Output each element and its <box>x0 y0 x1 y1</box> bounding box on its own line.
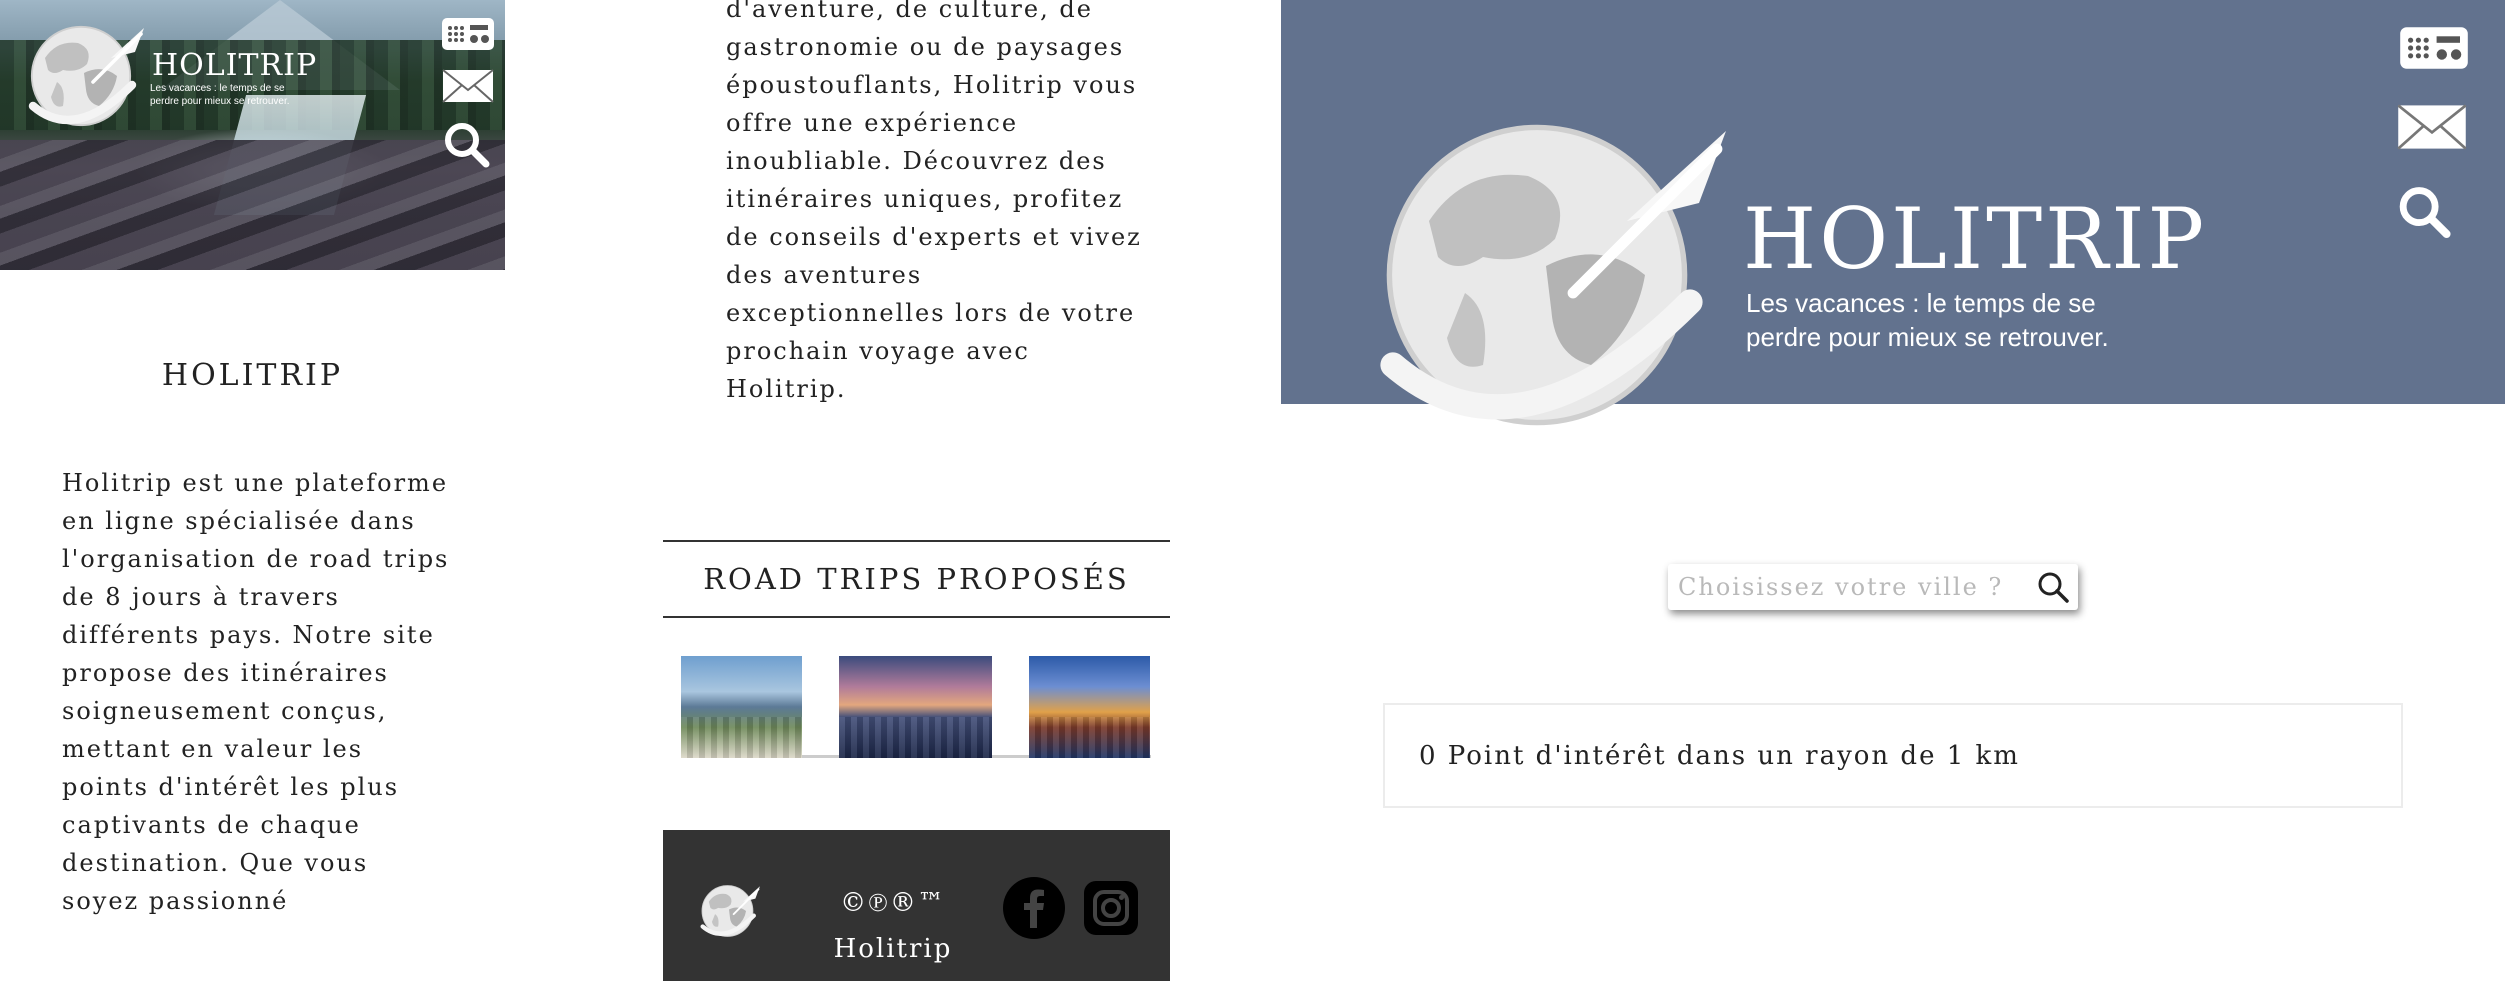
copyright: ©℗®™ Holitrip <box>823 880 963 972</box>
city-search-input[interactable] <box>1668 564 2028 610</box>
globe-logo-icon[interactable] <box>1336 95 1756 455</box>
tagline-line-1: Les vacances : le temps de se <box>150 83 285 94</box>
search-icon[interactable] <box>440 118 496 168</box>
search-icon <box>2038 572 2069 603</box>
tagline-line-2: perdre pour mieux se retrouver. <box>150 96 290 107</box>
poi-result-panel: 0 Point d'intérêt dans un rayon de 1 km <box>1383 703 2403 808</box>
radio-icon[interactable] <box>2394 22 2474 74</box>
facebook-icon[interactable] <box>1002 876 1066 940</box>
city-skyline-thumbnail[interactable] <box>1029 656 1150 758</box>
section-title: HOLITRIP <box>161 358 344 393</box>
instagram-icon[interactable] <box>1083 880 1139 936</box>
brand-name: HOLITRIP <box>152 48 318 83</box>
intro-paragraph: Holitrip est une plateforme en ligne spé… <box>62 469 450 915</box>
brand-name: HOLITRIP <box>1743 190 2208 288</box>
mail-icon[interactable] <box>440 66 496 106</box>
poi-count-text: 0 Point d'intérêt dans un rayon de 1 km <box>1419 740 2020 771</box>
footer-globe-logo-icon[interactable] <box>693 880 765 942</box>
tagline-line-1: Les vacances : le temps de se <box>1746 288 2096 318</box>
brand-tagline: Les vacances : le temps de se perdre pou… <box>150 82 300 108</box>
mail-icon[interactable] <box>2394 100 2470 154</box>
road-trips-header: ROAD TRIPS PROPOSÉS <box>663 540 1170 618</box>
header-icon-group <box>440 14 496 180</box>
tagline-line-2: perdre pour mieux se retrouver. <box>1746 322 2109 352</box>
city-search-box <box>1668 564 2078 610</box>
mobile-view-middle: d'aventure, de culture, de gastronomie o… <box>663 0 1170 981</box>
globe-logo-icon[interactable] <box>14 16 154 136</box>
intro-paragraph-continued: d'aventure, de culture, de gastronomie o… <box>726 0 1142 403</box>
search-icon[interactable] <box>2394 180 2458 240</box>
rio-de-janeiro-thumbnail[interactable] <box>681 656 802 758</box>
site-header: HOLITRIP Les vacances : le temps de se p… <box>1281 0 2505 404</box>
road-trip-carousel[interactable] <box>681 656 1151 758</box>
header-icon-group <box>2394 22 2480 266</box>
sydney-opera-thumbnail[interactable] <box>839 656 992 758</box>
radio-icon[interactable] <box>440 14 496 54</box>
road-trips-title: ROAD TRIPS PROPOSÉS <box>703 562 1130 596</box>
search-button[interactable] <box>2028 564 2078 610</box>
mobile-view-left: HOLITRIP Les vacances : le temps de se p… <box>0 0 505 981</box>
desktop-view: HOLITRIP Les vacances : le temps de se p… <box>1281 0 2505 981</box>
brand-tagline: Les vacances : le temps de se perdre pou… <box>1746 286 2206 354</box>
footer: ©℗®™ Holitrip <box>663 830 1170 981</box>
copyright-symbols: ©℗®™ <box>840 888 946 918</box>
copyright-name: Holitrip <box>833 934 953 964</box>
